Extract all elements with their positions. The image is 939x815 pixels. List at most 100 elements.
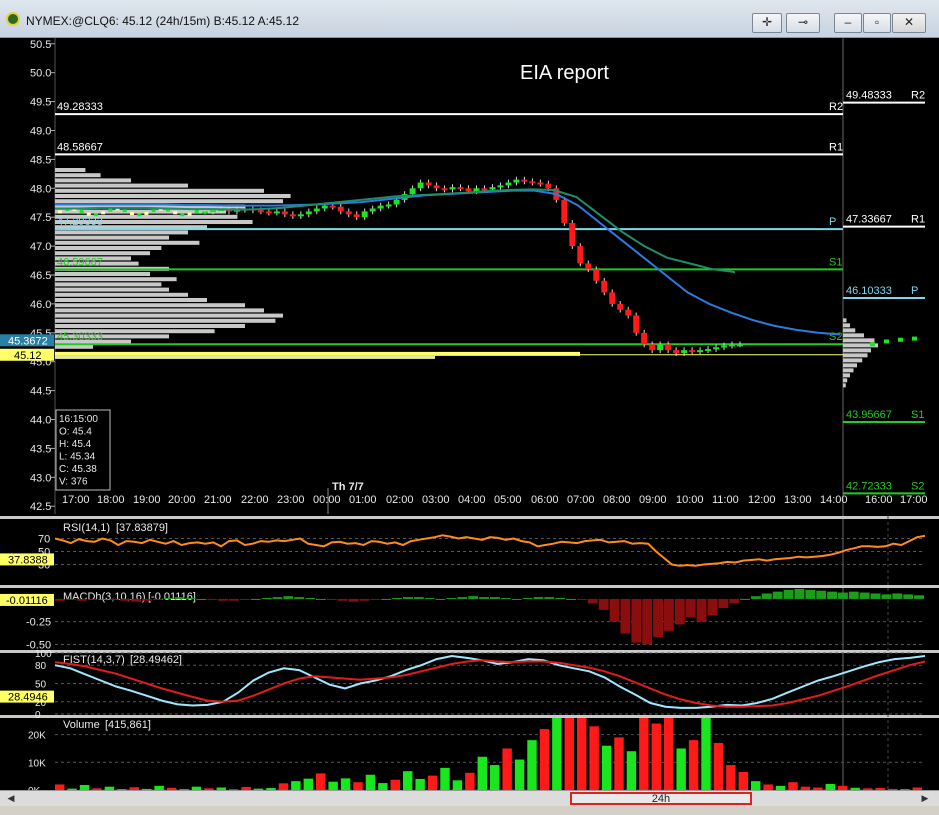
macd-histogram-bar xyxy=(392,598,402,600)
rsi-tick-label: 70 xyxy=(38,534,50,546)
pivot-value-left: 48.58667 xyxy=(57,141,103,153)
volume-profile-right xyxy=(843,323,850,328)
macd-histogram-bar xyxy=(631,598,642,643)
fist-tick-label: 0 xyxy=(35,710,41,721)
candle-body xyxy=(369,208,376,212)
candle-body xyxy=(130,211,134,215)
macd-histogram-bar xyxy=(239,598,250,600)
candle-body xyxy=(361,211,368,218)
candle-body xyxy=(297,214,304,217)
volume-bar xyxy=(340,778,351,790)
price-tick-label: 50.5 xyxy=(30,39,51,51)
macd-histogram-bar xyxy=(740,598,750,600)
macd-histogram-bar xyxy=(98,598,109,600)
volume-profile-bar xyxy=(55,298,207,302)
candle-body xyxy=(313,208,320,212)
candle-body xyxy=(151,209,156,213)
macd-histogram-bar xyxy=(468,596,479,599)
time-tick-label: 04:00 xyxy=(458,494,486,506)
time-tick-label: 00:00 xyxy=(313,494,341,506)
volume-profile-right xyxy=(843,338,875,343)
candle-body xyxy=(144,211,149,215)
macd-histogram-bar xyxy=(403,597,413,599)
candle-body xyxy=(393,199,400,205)
price-tick-label: 42.5 xyxy=(30,501,51,513)
volume-bar xyxy=(427,775,438,790)
title-bar: NYMEX:@CLQ6: 45.12 (24h/15m) B:45.12 A:4… xyxy=(0,0,939,38)
volume-bar xyxy=(614,737,624,790)
volume-profile-right xyxy=(843,378,848,383)
macd-histogram-bar xyxy=(413,597,424,599)
candle-body xyxy=(657,344,664,351)
price-tag-label: 45.3672 xyxy=(8,335,48,347)
fist-readout: [28.49462] xyxy=(130,654,182,666)
pin-button[interactable]: ⊸ xyxy=(786,13,820,33)
volume-profile-bar xyxy=(55,292,188,297)
candle-body xyxy=(545,183,552,189)
candle-body xyxy=(649,344,656,351)
macd-histogram-bar xyxy=(816,590,827,599)
candle-body xyxy=(457,187,464,190)
macd-histogram-bar xyxy=(283,596,294,599)
time-tick-label: 13:00 xyxy=(784,494,812,506)
volume-bar xyxy=(713,742,724,790)
macd-histogram-bar xyxy=(370,598,381,600)
candle-body xyxy=(673,350,680,354)
restore-button[interactable]: ▫ xyxy=(863,13,891,33)
time-scrollbar[interactable]: ◀ 24h ▶ xyxy=(0,790,939,806)
volume-bar xyxy=(365,774,376,790)
time-tick-label: 05:00 xyxy=(494,494,522,506)
volume-bar xyxy=(415,778,425,790)
volume-bar xyxy=(378,783,388,790)
volume-profile-bar xyxy=(55,272,150,276)
candle-body xyxy=(633,315,640,333)
macd-histogram-bar xyxy=(664,598,674,631)
volume-profile-bar xyxy=(55,251,150,256)
candle-body xyxy=(465,188,472,192)
macd-histogram-bar xyxy=(218,598,228,601)
macd-histogram-bar xyxy=(892,593,903,599)
chart-area[interactable]: 50.5 50.0 49.5 49.0 48.5 48.0 47.5 47.0 46.5 46.0… xyxy=(0,38,939,793)
candle-body xyxy=(665,344,672,351)
volume-profile-right xyxy=(843,373,850,378)
volume-bar xyxy=(552,718,562,790)
volume-profile-right xyxy=(843,348,871,353)
macd-histogram-bar xyxy=(783,589,794,599)
candle-body xyxy=(737,344,743,347)
rsi-title: RSI(14,1) xyxy=(63,522,110,534)
volume-bar xyxy=(589,726,599,790)
candle-body xyxy=(729,344,736,347)
candle-body xyxy=(101,211,106,215)
scroll-thumb[interactable]: 24h xyxy=(570,792,752,805)
volume-bar xyxy=(452,780,463,790)
volume-profile-bar xyxy=(55,324,245,328)
macd-histogram-bar xyxy=(65,598,76,600)
candle-body xyxy=(705,348,712,351)
close-button[interactable]: ✕ xyxy=(892,13,926,33)
volume-readout: [415,861] xyxy=(105,719,151,731)
volume-profile-bar xyxy=(55,308,264,313)
minimize-button[interactable]: – xyxy=(834,13,862,33)
volume-profile-right xyxy=(843,358,863,363)
time-tick-label: 11:00 xyxy=(712,494,739,506)
scroll-right-icon[interactable]: ▶ xyxy=(918,792,932,805)
volume-bar xyxy=(688,740,699,790)
ohlc-readout-line: O: 45.4 xyxy=(59,427,92,438)
fist-tick-label: 100 xyxy=(35,649,52,660)
chart-canvas[interactable]: 50.5 50.0 49.5 49.0 48.5 48.0 47.5 47.0 46.5 46.0… xyxy=(0,38,939,793)
candle-body xyxy=(569,222,576,247)
volume-profile-right xyxy=(843,353,868,358)
time-tick-label: 06:00 xyxy=(531,494,559,506)
candle-body xyxy=(609,292,616,304)
macd-histogram-bar xyxy=(859,592,870,599)
pane-separator xyxy=(0,585,939,588)
pivot-value-right: 47.33667 xyxy=(846,214,892,226)
volume-bar xyxy=(539,729,550,790)
crosshair-button[interactable]: ✛ xyxy=(752,13,782,33)
fist-tick-label: 80 xyxy=(35,661,47,672)
volume-profile-bar xyxy=(55,344,93,349)
volume-bar xyxy=(303,778,313,790)
macd-histogram-bar xyxy=(620,598,631,634)
pivot-name-left: R1 xyxy=(829,141,843,153)
scroll-left-icon[interactable]: ◀ xyxy=(4,792,18,805)
